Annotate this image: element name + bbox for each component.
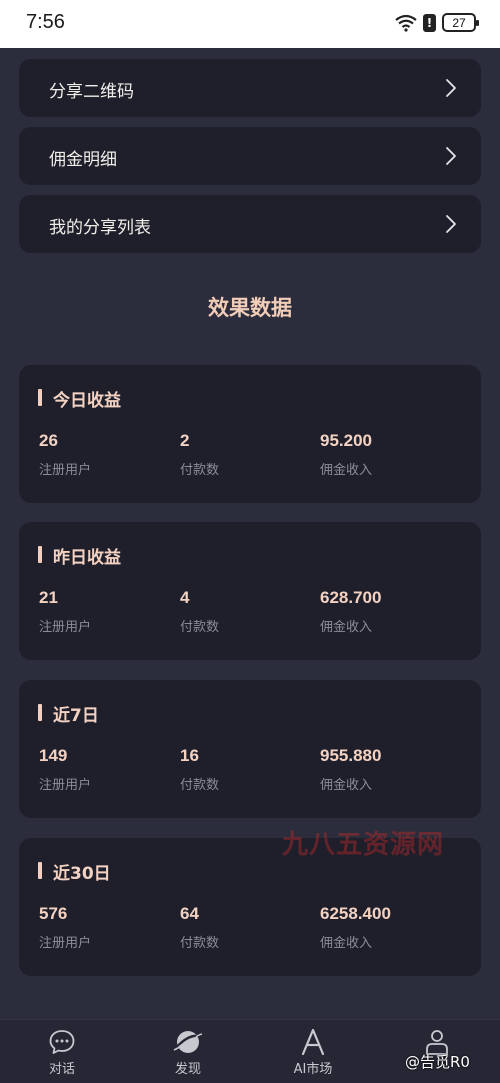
menu-item-share-qrcode[interactable]: 分享二维码 <box>19 59 481 117</box>
stat-value: 6258.400 <box>320 904 391 923</box>
menu-item-commission-detail[interactable]: 佣金明细 <box>19 127 481 185</box>
title-marker <box>38 546 42 563</box>
stat-label: 注册用户 <box>39 463 92 478</box>
stat-value: 2 <box>180 431 190 450</box>
watermark: 九八五资源网 <box>282 830 445 860</box>
tab-chat[interactable]: 对话 <box>22 1028 102 1077</box>
stat-label: 注册用户 <box>39 936 92 951</box>
stat-payments: 16 付款数 <box>180 746 219 793</box>
stat-value: 576 <box>39 904 68 923</box>
stat-registered: 149 注册用户 <box>39 746 91 793</box>
stat-card-yesterday: 昨日收益 21 注册用户 4 付款数 628.700 佣金收入 <box>19 522 481 660</box>
stat-label: 付款数 <box>180 620 220 635</box>
stat-value: 16 <box>180 746 199 765</box>
stat-registered: 21 注册用户 <box>39 588 91 635</box>
stat-card-today: 今日收益 26 注册用户 2 付款数 95.200 佣金收入 <box>19 365 481 503</box>
stat-label: 注册用户 <box>39 778 92 793</box>
stat-payments: 4 付款数 <box>180 588 219 635</box>
menu-item-label: 我的分享列表 <box>49 218 151 238</box>
stat-value: 149 <box>39 746 68 765</box>
stat-payments: 64 付款数 <box>180 904 219 951</box>
stat-label: 佣金收入 <box>320 778 373 793</box>
chevron-right-icon <box>446 79 456 97</box>
wifi-icon <box>395 14 417 32</box>
title-marker <box>38 389 42 406</box>
card-title: 近7日 <box>53 706 99 726</box>
chevron-right-icon <box>446 215 456 233</box>
stat-label: 付款数 <box>180 936 220 951</box>
tab-label: 对话 <box>48 1062 75 1077</box>
stat-label: 佣金收入 <box>320 936 373 951</box>
chat-icon <box>49 1030 75 1054</box>
stat-value: 26 <box>39 431 58 450</box>
stat-value: 95.200 <box>320 431 372 450</box>
tab-discover[interactable]: 发现 <box>148 1028 228 1077</box>
title-marker <box>38 862 42 879</box>
tab-label: AI市场 <box>293 1062 333 1077</box>
credit-watermark: @告觅R0 <box>405 1053 470 1071</box>
battery-indicator: 27 <box>442 13 479 32</box>
stat-label: 付款数 <box>180 778 220 793</box>
stat-label: 佣金收入 <box>320 620 373 635</box>
stat-commission: 628.700 佣金收入 <box>320 588 381 635</box>
tab-label: 发现 <box>174 1062 201 1077</box>
stat-label: 注册用户 <box>39 620 92 635</box>
menu-item-share-list[interactable]: 我的分享列表 <box>19 195 481 253</box>
stat-label: 付款数 <box>180 463 220 478</box>
stat-value: 4 <box>180 588 190 607</box>
status-icons: ! 27 <box>395 13 479 32</box>
card-title: 今日收益 <box>53 391 121 411</box>
stat-registered: 26 注册用户 <box>39 431 91 478</box>
status-bar: 7:56 ! 27 <box>0 0 500 48</box>
stat-payments: 2 付款数 <box>180 431 219 478</box>
title-marker <box>38 704 42 721</box>
ai-letter-icon <box>301 1028 325 1056</box>
stat-value: 628.700 <box>320 588 382 607</box>
stat-value: 64 <box>180 904 199 923</box>
status-time: 7:56 <box>26 11 65 33</box>
chevron-right-icon <box>446 147 456 165</box>
card-title: 昨日收益 <box>53 548 121 568</box>
stat-card-7days: 近7日 149 注册用户 16 付款数 955.880 佣金收入 <box>19 680 481 818</box>
section-title: 效果数据 <box>208 296 292 320</box>
menu-item-label: 佣金明细 <box>49 150 117 170</box>
menu-item-label: 分享二维码 <box>49 82 134 102</box>
stat-commission: 955.880 佣金收入 <box>320 746 381 793</box>
stat-commission: 95.200 佣金收入 <box>320 431 372 478</box>
stat-value: 955.880 <box>320 746 382 765</box>
stat-commission: 6258.400 佣金收入 <box>320 904 391 951</box>
stat-registered: 576 注册用户 <box>39 904 91 951</box>
tab-ai-market[interactable]: AI市场 <box>273 1028 353 1077</box>
planet-icon <box>173 1031 203 1053</box>
card-title: 近30日 <box>53 864 111 884</box>
stat-value: 21 <box>39 588 58 607</box>
stat-label: 佣金收入 <box>320 463 373 478</box>
alert-icon: ! <box>423 13 436 32</box>
